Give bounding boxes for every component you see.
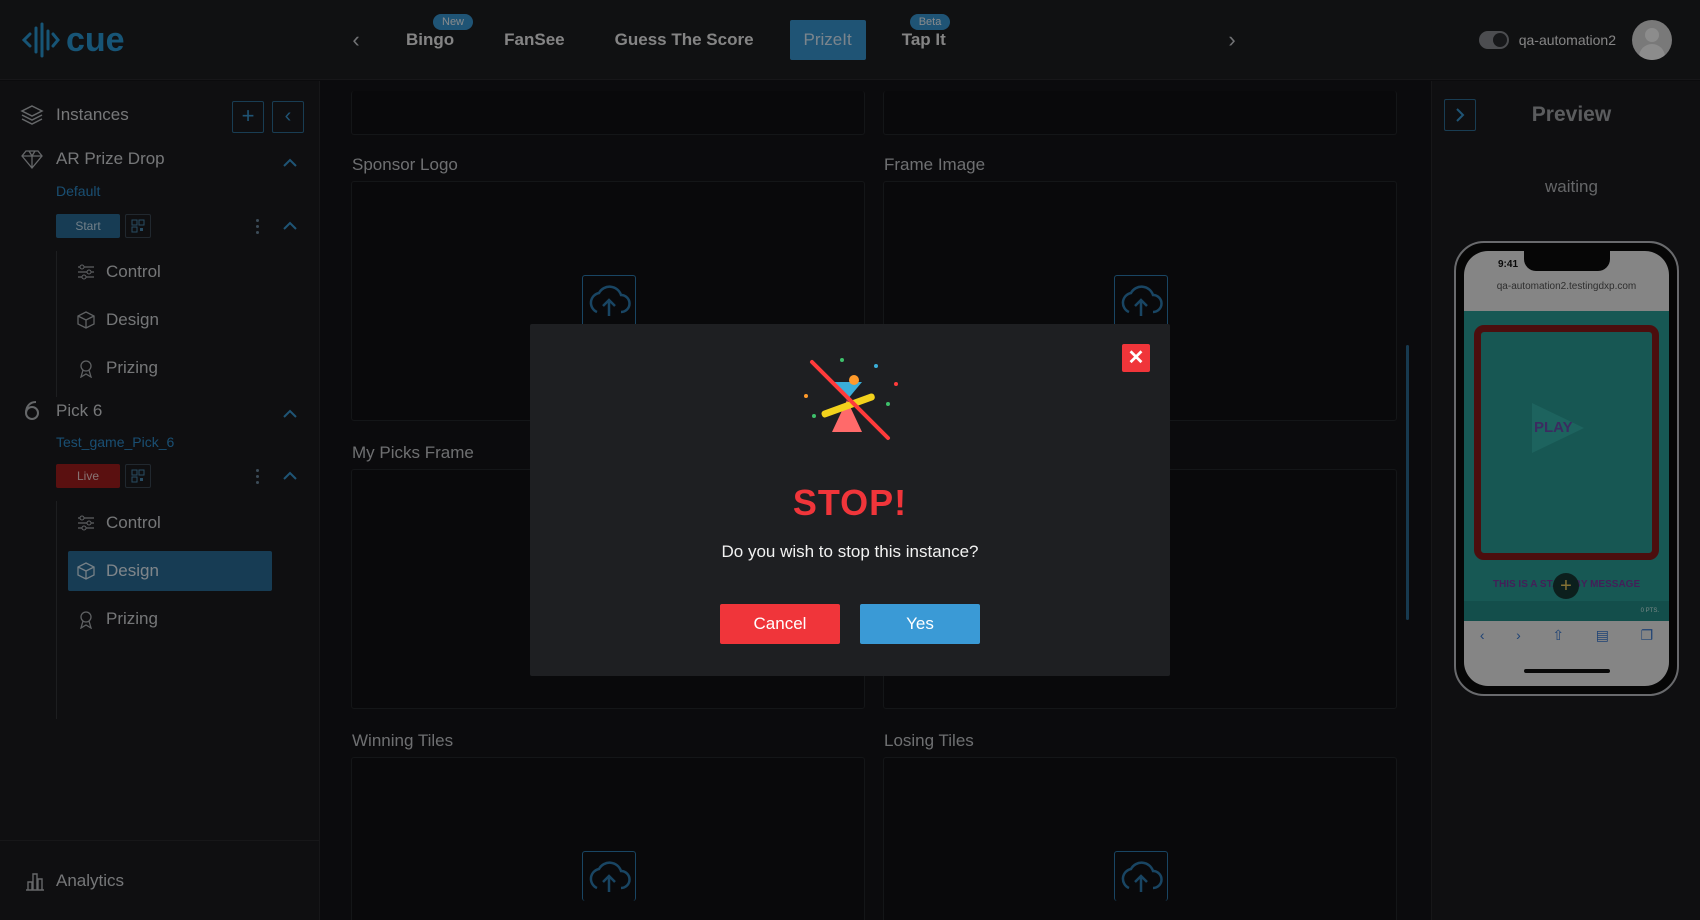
dialog-message: Do you wish to stop this instance? — [721, 542, 979, 561]
close-dialog-button[interactable]: ✕ — [1122, 344, 1150, 372]
stop-party-icon — [804, 358, 898, 440]
stop-instance-dialog: ✕ STOP! Do you wish to stop this instanc… — [530, 324, 1170, 676]
yes-button[interactable]: Yes — [860, 604, 980, 644]
cancel-button[interactable]: Cancel — [720, 604, 840, 644]
dialog-title: STOP! — [792, 482, 908, 523]
